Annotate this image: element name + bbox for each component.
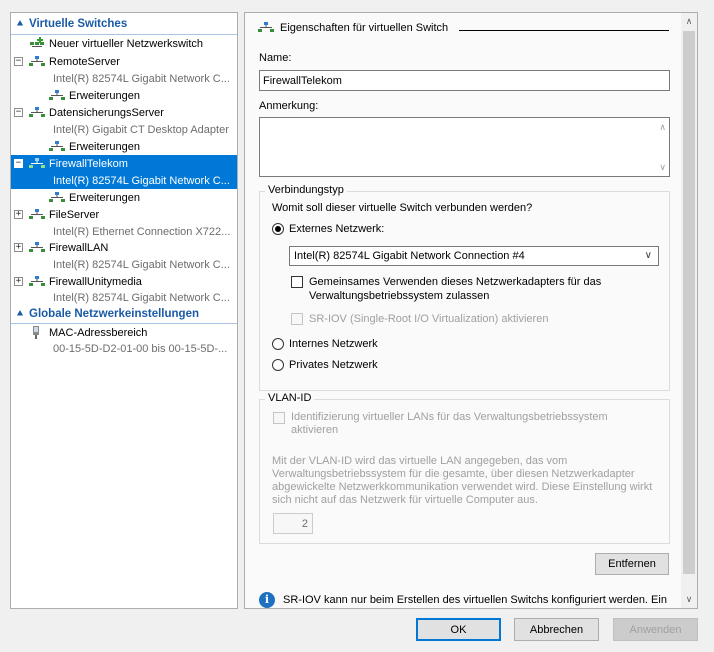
expand-toggle[interactable]: + — [14, 243, 23, 252]
panel-scrollbar[interactable]: ∧ ∨ — [681, 13, 697, 608]
notes-textarea[interactable]: ∧ ∨ — [259, 117, 670, 177]
extensions-icon — [49, 89, 65, 102]
new-switch-icon — [29, 37, 45, 50]
tree-item-extensions[interactable]: Erweiterungen — [11, 138, 237, 155]
tree-item-firewalllan[interactable]: + FirewallLAN — [11, 239, 237, 256]
external-network-radio[interactable]: Externes Netzwerk: — [272, 223, 384, 235]
tree-item-fileserver[interactable]: + FileServer — [11, 206, 237, 223]
section-global-settings[interactable]: ⯅ Globale Netzwerkeinstellungen — [11, 306, 237, 322]
tree-item-datensicherungsserver[interactable]: − DatensicherungsServer — [11, 104, 237, 121]
name-input[interactable]: FirewallTelekom — [259, 70, 670, 91]
notes-label: Anmerkung: — [259, 100, 319, 112]
remove-button[interactable]: Entfernen — [595, 553, 669, 575]
switch-icon — [258, 21, 274, 34]
tree-item-adapter[interactable]: Intel(R) 82574L Gigabit Network C... — [11, 256, 237, 273]
switch-icon — [29, 157, 45, 170]
switch-icon — [29, 275, 45, 288]
vlan-id-input[interactable]: 2 — [273, 513, 313, 534]
properties-panel: Eigenschaften für virtuellen Switch Name… — [244, 12, 698, 609]
tree-item-mac-range[interactable]: MAC-Adressbereich — [11, 324, 237, 341]
switch-tree[interactable]: ⯅ Virtuelle Switches Neuer virtueller Ne… — [10, 12, 238, 609]
properties-content: Eigenschaften für virtuellen Switch Name… — [245, 13, 681, 608]
collapse-chevron-icon[interactable]: ⯅ — [11, 19, 29, 30]
adapter-select[interactable]: Intel(R) 82574L Gigabit Network Connecti… — [289, 246, 659, 266]
switch-icon — [29, 106, 45, 119]
sriov-checkbox[interactable] — [291, 313, 303, 325]
vlan-check-label: Identifizierung virtueller LANs für das … — [291, 411, 608, 436]
switch-icon — [29, 55, 45, 68]
network-adapter-icon — [29, 326, 45, 339]
tree-item-adapter[interactable]: Intel(R) Gigabit CT Desktop Adapter — [11, 121, 237, 138]
info-icon: i — [259, 592, 275, 608]
collapse-toggle[interactable]: − — [14, 108, 23, 117]
properties-header: Eigenschaften für virtuellen Switch — [258, 21, 448, 34]
scroll-up-icon[interactable]: ∧ — [659, 122, 666, 133]
chevron-down-icon: ∨ — [644, 250, 652, 261]
connection-type-title: Verbindungstyp — [265, 184, 347, 196]
tree-item-adapter[interactable]: Intel(R) 82574L Gigabit Network C... — [11, 172, 237, 189]
tree-item-firewalltelekom[interactable]: − FirewallTelekom — [11, 155, 237, 172]
name-label: Name: — [259, 52, 292, 64]
scroll-down-icon[interactable]: ∨ — [681, 591, 697, 607]
expand-toggle[interactable]: + — [14, 210, 23, 219]
tree-item-adapter[interactable]: Intel(R) Ethernet Connection X722... — [11, 223, 237, 240]
tree-item-adapter[interactable]: Intel(R) 82574L Gigabit Network C... — [11, 289, 237, 306]
share-adapter-label: Gemeinsames Verwenden dieses Netzwerkada… — [309, 276, 602, 302]
collapse-toggle[interactable]: − — [14, 159, 23, 168]
collapse-chevron-icon[interactable]: ⯅ — [11, 309, 29, 320]
scrollbar-thumb[interactable] — [683, 31, 695, 574]
extensions-icon — [49, 191, 65, 204]
apply-button[interactable]: Anwenden — [613, 618, 698, 641]
tree-item-extensions[interactable]: Erweiterungen — [11, 87, 237, 104]
private-network-radio[interactable]: Privates Netzwerk — [272, 359, 378, 371]
ok-button[interactable]: OK — [416, 618, 501, 641]
tree-item-firewallunitymedia[interactable]: + FirewallUnitymedia — [11, 273, 237, 290]
internal-network-radio[interactable]: Internes Netzwerk — [272, 338, 378, 350]
vlan-description: Mit der VLAN-ID wird das virtuelle LAN a… — [272, 455, 653, 506]
expand-toggle[interactable]: + — [14, 277, 23, 286]
radio-icon — [272, 338, 284, 350]
connection-question: Womit soll dieser virtuelle Switch verbu… — [272, 202, 533, 214]
vlan-checkbox[interactable] — [273, 412, 285, 424]
collapse-toggle[interactable]: − — [14, 57, 23, 66]
tree-item-extensions[interactable]: Erweiterungen — [11, 189, 237, 206]
radio-icon — [272, 359, 284, 371]
section-virtual-switches[interactable]: ⯅ Virtuelle Switches — [11, 16, 237, 32]
scroll-up-icon[interactable]: ∧ — [681, 13, 697, 29]
tree-item-adapter[interactable]: Intel(R) 82574L Gigabit Network C... — [11, 70, 237, 87]
vlan-title: VLAN-ID — [265, 392, 315, 404]
extensions-icon — [49, 140, 65, 153]
cancel-button[interactable]: Abbrechen — [514, 618, 599, 641]
tree-item-mac-value[interactable]: 00-15-5D-D2-01-00 bis 00-15-5D-... — [11, 340, 237, 357]
scroll-down-icon[interactable]: ∨ — [659, 162, 666, 173]
share-adapter-checkbox[interactable] — [291, 276, 303, 288]
sriov-label: SR-IOV (Single-Root I/O Virtualization) … — [309, 313, 549, 325]
switch-icon — [29, 241, 45, 254]
info-text: SR-IOV kann nur beim Erstellen des virtu… — [283, 594, 667, 606]
tree-item-remoteserver[interactable]: − RemoteServer — [11, 53, 237, 70]
new-switch-item[interactable]: Neuer virtueller Netzwerkswitch — [11, 35, 237, 52]
radio-selected-icon — [272, 223, 284, 235]
switch-icon — [29, 208, 45, 221]
